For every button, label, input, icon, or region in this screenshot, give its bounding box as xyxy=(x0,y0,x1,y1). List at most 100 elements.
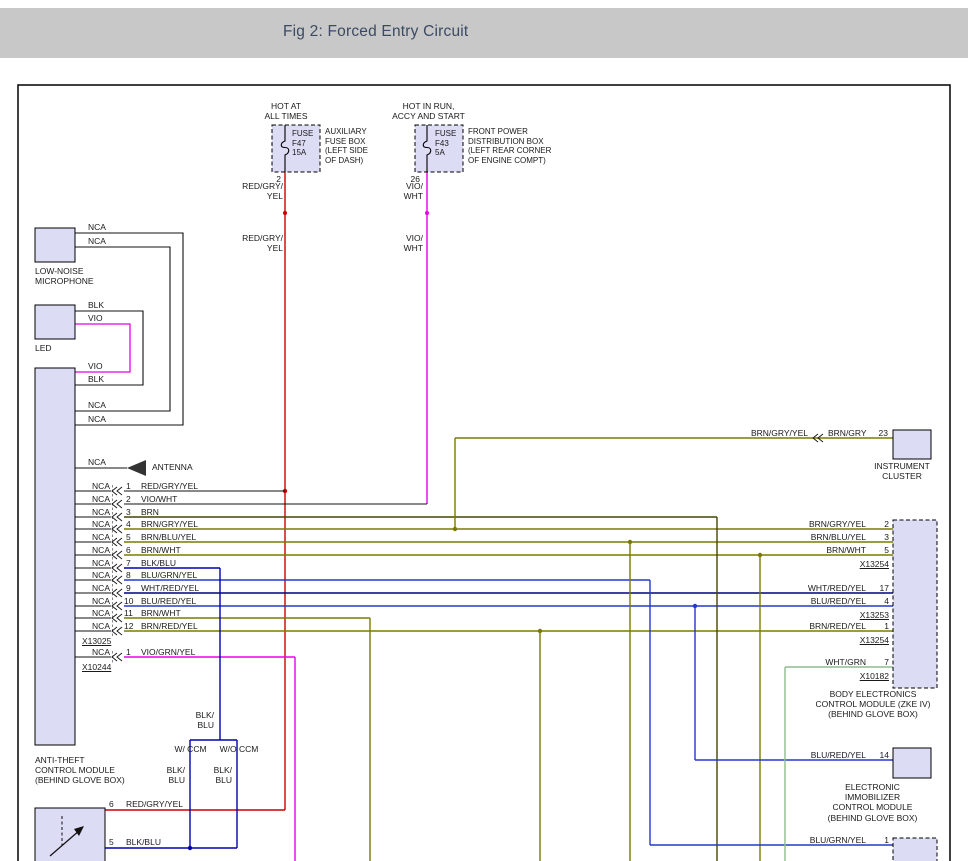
pin-number: 10 xyxy=(124,596,133,606)
connector-row-nca: NCA xyxy=(86,570,110,580)
connector-id-label: X10182 xyxy=(827,671,889,681)
connector-row-nca: NCA xyxy=(86,507,110,517)
wire-color-label: NCA xyxy=(88,400,106,410)
connector-row-nca: NCA xyxy=(86,481,110,491)
without-ccm-label: W/O CCM xyxy=(215,744,263,754)
becm-name: BODY ELECTRONICS CONTROL MODULE (ZKE IV)… xyxy=(808,689,938,720)
connector-id-label: X13254 xyxy=(827,635,889,645)
pin-number: 23 xyxy=(866,428,888,438)
wire-color-label: BLU/RED/YEL xyxy=(141,596,196,606)
wire-color-label: RED/GRY/YEL xyxy=(126,799,183,809)
pin-number: 2 xyxy=(126,494,131,504)
pin-number: 17 xyxy=(867,583,889,593)
pin-number: 11 xyxy=(124,608,133,618)
wire-color-label: WHT/RED/YEL xyxy=(798,583,866,593)
pin-number: 5 xyxy=(109,837,114,847)
immobilizer-box xyxy=(893,748,931,778)
led-box xyxy=(35,305,75,339)
pin-number: 9 xyxy=(126,583,131,593)
pin-number: 2 xyxy=(867,519,889,529)
wire-color-label: BLU/RED/YEL xyxy=(798,596,866,606)
wire-color-label: VIO/ WHT xyxy=(385,181,423,201)
wire-color-label: BRN/GRY/YEL xyxy=(798,519,866,529)
pin-number: 12 xyxy=(124,621,133,631)
connector-id-label: X10244 xyxy=(82,662,111,672)
becm-box xyxy=(893,520,937,688)
wire-color-label: NCA xyxy=(88,414,106,424)
pin-number: 4 xyxy=(126,519,131,529)
pin-number: 7 xyxy=(126,558,131,568)
wire-color-label: BLK/BLU xyxy=(126,837,161,847)
antenna-label: ANTENNA xyxy=(152,462,193,472)
wire-color-label: BRN/WHT xyxy=(798,545,866,555)
bottom-right-module-box xyxy=(893,838,937,861)
instrument-cluster-name: INSTRUMENT CLUSTER xyxy=(860,461,944,481)
wire-color-label: VIO xyxy=(88,361,103,371)
wire-color-label: BLU/GRN/YEL xyxy=(798,835,866,845)
pin-number: 1 xyxy=(867,835,889,845)
diagram-frame xyxy=(18,85,950,861)
pin-number: 4 xyxy=(867,596,889,606)
pin-number: 5 xyxy=(126,532,131,542)
pin-number: 8 xyxy=(126,570,131,580)
wire-color-label: BLK xyxy=(88,300,104,310)
wire-color-label: RED/GRY/ YEL xyxy=(233,181,283,201)
fuse-f43-label: FUSE F43 5A xyxy=(435,129,456,158)
wire-color-label: BRN/GRY/YEL xyxy=(141,519,198,529)
wire-color-label: RED/GRY/YEL xyxy=(141,481,198,491)
wiring-diagram: HOT AT ALL TIMES HOT IN RUN, ACCY AND ST… xyxy=(0,0,968,861)
pin-number: 1 xyxy=(126,647,131,657)
anti-theft-module-name: ANTI-THEFT CONTROL MODULE (BEHIND GLOVE … xyxy=(35,755,125,786)
connector-id-label: X13025 xyxy=(82,636,111,646)
connector-row-nca: NCA xyxy=(86,519,110,529)
wire-color-label: NCA xyxy=(88,457,106,467)
wire-color-label: BRN/GRY xyxy=(828,428,867,438)
wire-color-label: VIO xyxy=(88,313,103,323)
wire-color-label: BRN xyxy=(141,507,159,517)
wire-color-label: VIO/WHT xyxy=(141,494,177,504)
pin-number: 1 xyxy=(867,621,889,631)
wire-color-label: NCA xyxy=(88,236,106,246)
power-dist-box-label: FRONT POWER DISTRIBUTION BOX (LEFT REAR … xyxy=(468,127,551,165)
connector-row-nca: NCA xyxy=(86,647,110,657)
wire-color-label: BLU/RED/YEL xyxy=(798,750,866,760)
led-name: LED xyxy=(35,343,52,353)
connector-row-nca: NCA xyxy=(86,494,110,504)
wire-color-label: BRN/RED/YEL xyxy=(141,621,198,631)
pin-number: 14 xyxy=(867,750,889,760)
pin-number: 3 xyxy=(126,507,131,517)
connector-row-nca: NCA xyxy=(86,596,110,606)
wire-color-label: BLK/ BLU xyxy=(204,765,232,785)
connector-row-nca: NCA xyxy=(86,608,110,618)
wire-color-label: BLU/GRN/YEL xyxy=(141,570,197,580)
wire-color-label: BLK/ BLU xyxy=(157,765,185,785)
hot-in-run-label: HOT IN RUN, ACCY AND START xyxy=(381,101,476,121)
pin-number: 1 xyxy=(126,481,131,491)
wire-color-label: WHT/RED/YEL xyxy=(141,583,199,593)
connector-row-nca: NCA xyxy=(86,621,110,631)
wire-color-label: BRN/BLU/YEL xyxy=(141,532,196,542)
connector-id-label: X13254 xyxy=(827,559,889,569)
pin-number: 5 xyxy=(867,545,889,555)
wire-color-label: BRN/BLU/YEL xyxy=(798,532,866,542)
microphone-box xyxy=(35,228,75,262)
connector-row-nca: NCA xyxy=(86,583,110,593)
switch-box xyxy=(35,808,105,861)
wire-color-label: BLK/ BLU xyxy=(184,710,214,730)
aux-fuse-box-label: AUXILIARY FUSE BOX (LEFT SIDE OF DASH) xyxy=(325,127,368,165)
wire-color-label: VIO/GRN/YEL xyxy=(141,647,195,657)
connector-row-nca: NCA xyxy=(86,532,110,542)
wire-color-label: BRN/WHT xyxy=(141,545,181,555)
wire-color-label: WHT/GRN xyxy=(798,657,866,667)
anti-theft-module-box xyxy=(35,368,75,745)
with-ccm-label: W/ CCM xyxy=(168,744,213,754)
wire-color-label: RED/GRY/ YEL xyxy=(233,233,283,253)
connector-row-nca: NCA xyxy=(86,558,110,568)
pin-number: 7 xyxy=(867,657,889,667)
pin-number: 3 xyxy=(867,532,889,542)
wire-color-label: VIO/ WHT xyxy=(385,233,423,253)
connector-id-label: X13253 xyxy=(827,610,889,620)
immobilizer-name: ELECTRONIC IMMOBILIZER CONTROL MODULE (B… xyxy=(810,782,935,823)
wire-color-label: BLK xyxy=(88,374,104,384)
wire-color-label: BLK/BLU xyxy=(141,558,176,568)
